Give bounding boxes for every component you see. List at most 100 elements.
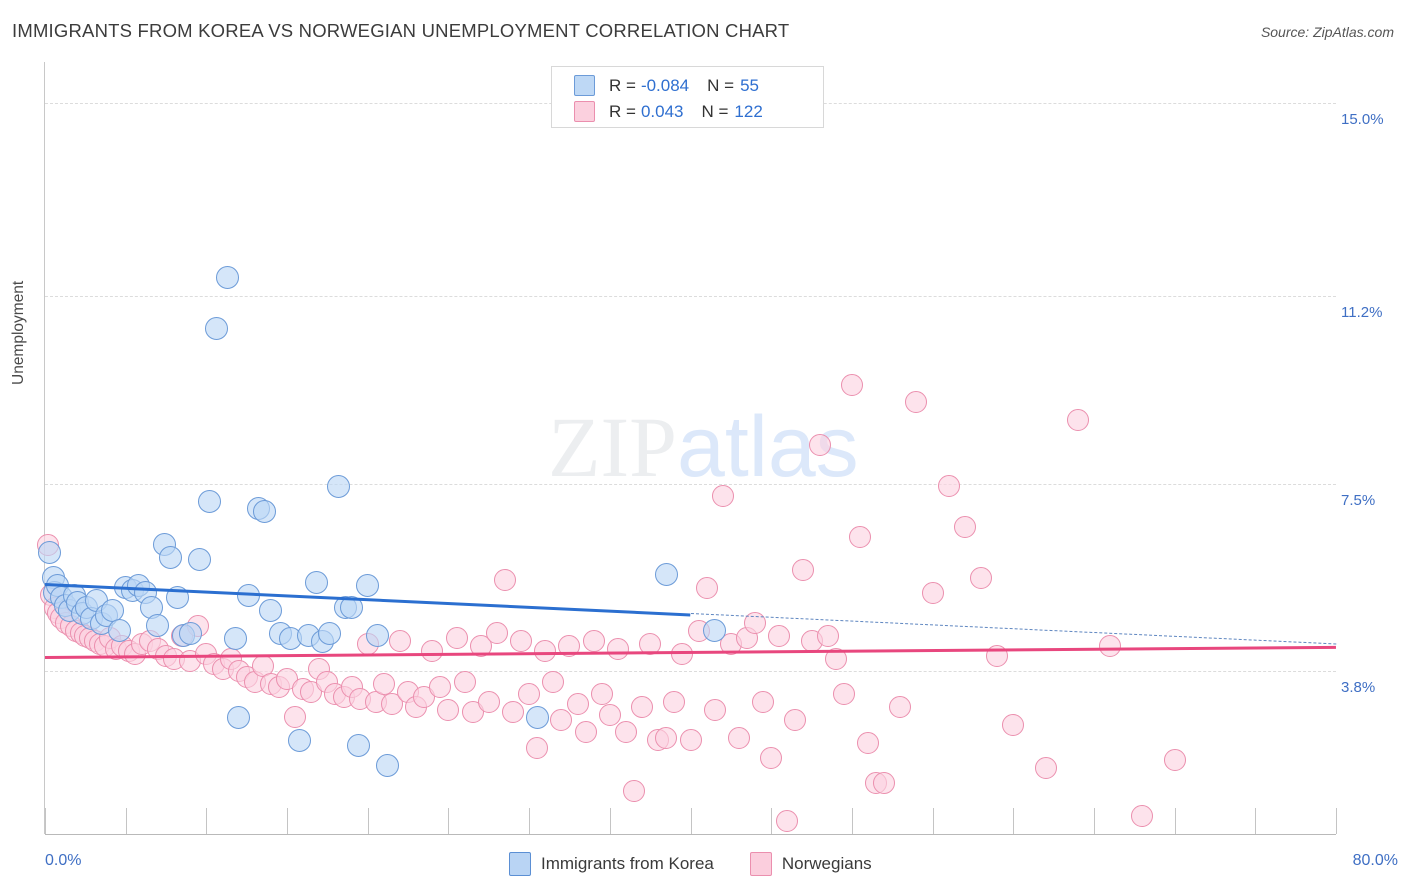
scatter-point bbox=[606, 637, 629, 660]
r-label-norwegians: R = bbox=[609, 101, 636, 121]
y-axis-tick-label: 11.2% bbox=[1341, 303, 1383, 321]
n-label-korea: N = bbox=[707, 75, 735, 95]
n-value-korea: 55 bbox=[740, 75, 759, 95]
scatter-point bbox=[107, 619, 131, 643]
scatter-point bbox=[727, 726, 750, 749]
r-value-norwegians: 0.043 bbox=[640, 101, 684, 121]
scatter-point bbox=[550, 708, 573, 731]
gridline bbox=[45, 483, 1336, 485]
scatter-point bbox=[840, 373, 863, 396]
scatter-point bbox=[288, 728, 312, 752]
x-axis-tick bbox=[206, 808, 208, 834]
source-attribution: Source: ZipAtlas.com bbox=[1260, 24, 1394, 40]
series-legend-label-norwegians[interactable]: Norwegians bbox=[782, 854, 872, 874]
stats-legend-row-norwegians: R = 0.043 N = 122 bbox=[552, 98, 825, 125]
scatter-point bbox=[760, 746, 783, 769]
x-axis-tick bbox=[287, 808, 289, 834]
scatter-point bbox=[227, 705, 251, 729]
scatter-point bbox=[816, 624, 839, 647]
scatter-point bbox=[969, 566, 992, 589]
scatter-point bbox=[832, 683, 855, 706]
scatter-point bbox=[623, 779, 646, 802]
scatter-point bbox=[252, 499, 276, 523]
stats-legend: R = -0.084 N = 55 R = 0.043 N = 122 bbox=[551, 66, 824, 128]
scatter-point bbox=[38, 540, 62, 564]
scatter-point bbox=[598, 703, 621, 726]
page-title: IMMIGRANTS FROM KOREA VS NORWEGIAN UNEMP… bbox=[12, 20, 790, 41]
x-axis-tick bbox=[1093, 808, 1095, 834]
x-axis-tick bbox=[690, 808, 692, 834]
r-label-korea: R = bbox=[609, 75, 636, 95]
x-axis-tick bbox=[45, 808, 46, 834]
x-axis-tick bbox=[125, 808, 127, 834]
legend-swatch-korea bbox=[574, 75, 595, 96]
x-axis-tick bbox=[1255, 808, 1257, 834]
scatter-point bbox=[198, 489, 222, 513]
y-axis-title: Unemployment bbox=[10, 280, 27, 385]
x-axis-tick bbox=[932, 808, 934, 834]
scatter-point bbox=[477, 690, 500, 713]
x-axis-line bbox=[45, 834, 1336, 835]
scatter-point bbox=[453, 670, 476, 693]
scatter-point bbox=[327, 474, 351, 498]
scatter-point bbox=[1002, 713, 1025, 736]
x-axis-tick bbox=[367, 808, 369, 834]
scatter-point bbox=[768, 624, 791, 647]
scatter-point bbox=[711, 485, 734, 508]
scatter-point bbox=[429, 675, 452, 698]
x-axis-tick bbox=[771, 808, 773, 834]
scatter-point bbox=[953, 515, 976, 538]
correlation-chart: IMMIGRANTS FROM KOREA VS NORWEGIAN UNEMP… bbox=[0, 0, 1406, 892]
x-axis-tick bbox=[1174, 808, 1176, 834]
scatter-point bbox=[679, 729, 702, 752]
x-axis-tick bbox=[448, 808, 450, 834]
series-legend-label-korea[interactable]: Immigrants from Korea bbox=[541, 854, 714, 874]
scatter-point bbox=[582, 630, 605, 652]
scatter-point bbox=[526, 736, 549, 759]
x-axis-max-label: 80.0% bbox=[1352, 852, 1398, 869]
scatter-point bbox=[1163, 749, 1186, 772]
n-value-norwegians: 122 bbox=[734, 101, 763, 121]
series-legend: Immigrants from Korea Norwegians bbox=[509, 849, 872, 879]
series-legend-swatch-korea[interactable] bbox=[509, 852, 531, 876]
legend-swatch-norwegians bbox=[574, 101, 595, 122]
scatter-point bbox=[372, 673, 395, 696]
r-value-korea: -0.084 bbox=[640, 75, 690, 95]
scatter-point bbox=[703, 698, 726, 721]
scatter-point bbox=[178, 621, 202, 645]
stats-legend-row-korea: R = -0.084 N = 55 bbox=[552, 72, 825, 99]
scatter-point bbox=[375, 753, 399, 777]
scatter-point bbox=[317, 621, 341, 645]
gridline bbox=[45, 295, 1336, 297]
scatter-point bbox=[752, 690, 775, 713]
scatter-point bbox=[784, 708, 807, 731]
scatter-point bbox=[655, 726, 678, 749]
series-legend-swatch-norwegians[interactable] bbox=[749, 852, 772, 876]
scatter-point bbox=[204, 317, 228, 341]
scatter-point bbox=[631, 696, 654, 719]
n-label-norwegians: N = bbox=[701, 101, 729, 121]
scatter-point bbox=[445, 627, 468, 650]
scatter-point bbox=[501, 701, 524, 724]
scatter-point bbox=[223, 626, 247, 650]
y-axis-tick-label: 7.5% bbox=[1341, 491, 1376, 509]
scatter-point bbox=[304, 571, 328, 595]
scatter-point bbox=[525, 705, 549, 729]
scatter-point bbox=[921, 581, 944, 604]
scatter-point bbox=[695, 576, 718, 599]
scatter-point bbox=[346, 733, 370, 757]
scatter-point bbox=[542, 670, 565, 693]
scatter-point bbox=[937, 475, 960, 498]
scatter-point bbox=[857, 731, 879, 754]
x-axis-tick bbox=[851, 808, 853, 834]
scatter-point bbox=[566, 693, 589, 716]
x-axis-tick bbox=[529, 808, 531, 834]
scatter-point bbox=[493, 569, 516, 592]
y-axis-tick-label: 3.8% bbox=[1341, 679, 1376, 697]
x-axis-tick bbox=[1336, 808, 1337, 834]
scatter-point bbox=[590, 683, 613, 706]
scatter-point bbox=[510, 630, 533, 652]
y-axis-tick-label: 15.0% bbox=[1341, 110, 1384, 128]
scatter-point bbox=[389, 630, 412, 652]
x-axis-tick bbox=[1013, 808, 1015, 834]
